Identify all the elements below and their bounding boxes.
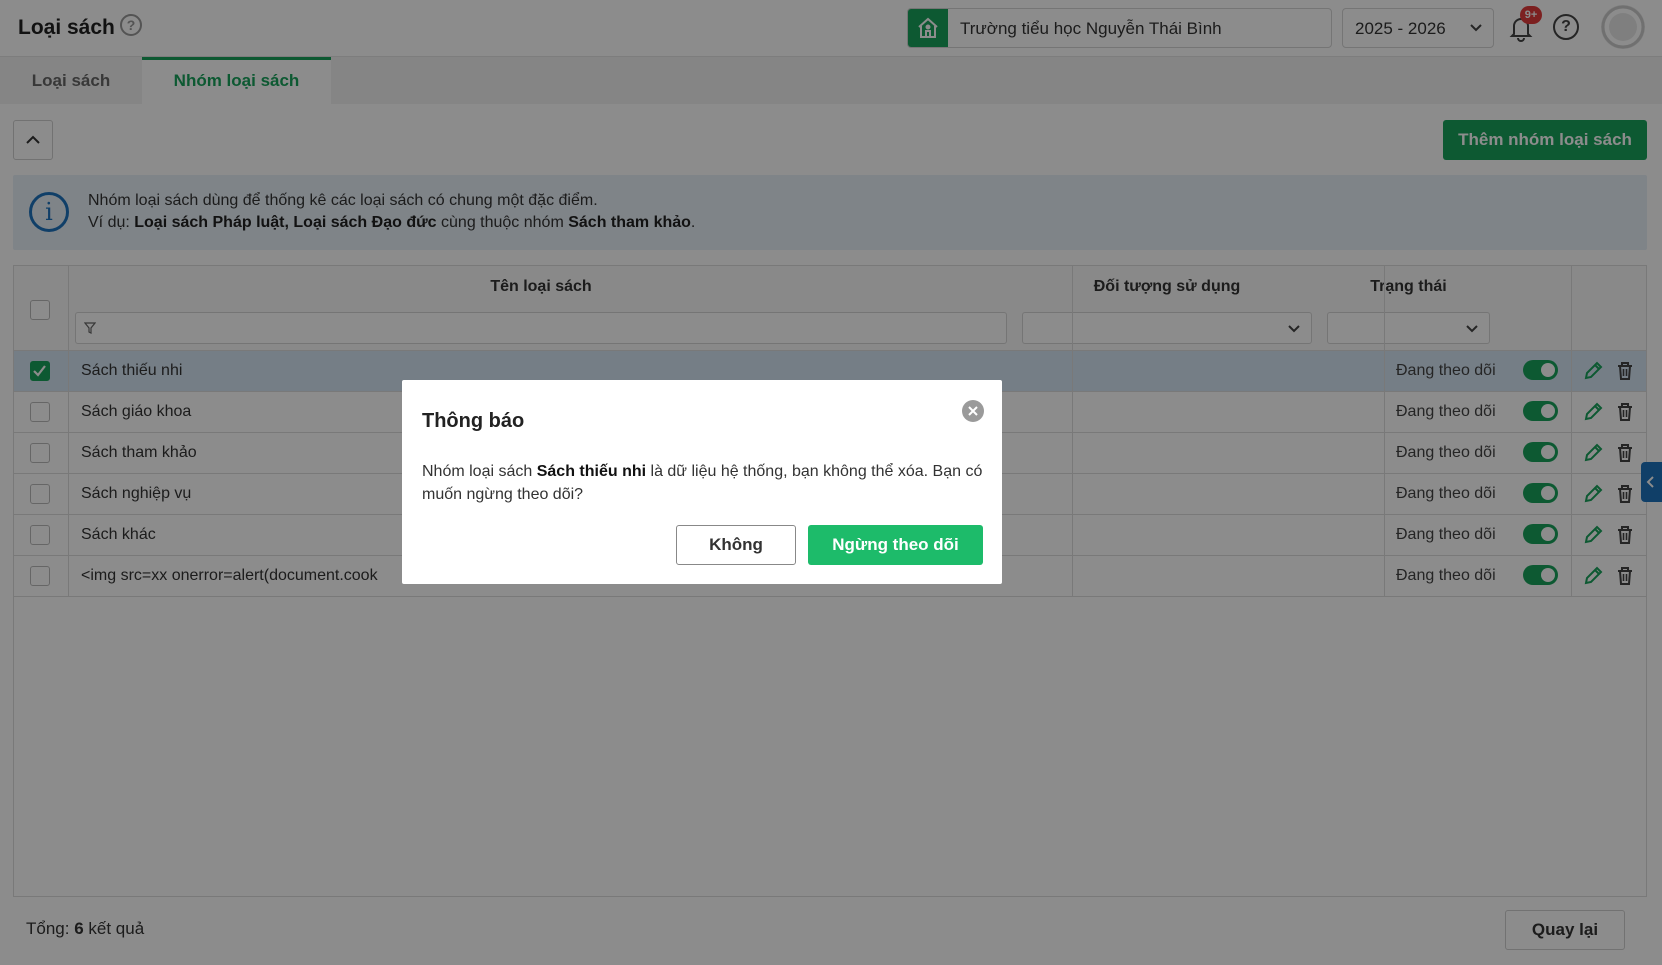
dialog-message-prefix: Nhóm loại sách (422, 463, 537, 480)
dialog-message: Nhóm loại sách Sách thiếu nhi là dữ liệu… (422, 460, 984, 506)
confirm-dialog: Thông báo Nhóm loại sách Sách thiếu nhi … (402, 380, 1002, 584)
stop-tracking-button[interactable]: Ngừng theo dõi (808, 525, 983, 565)
close-icon[interactable] (962, 400, 984, 422)
dialog-message-item: Sách thiếu nhi (536, 463, 647, 480)
cancel-button[interactable]: Không (676, 525, 796, 565)
dialog-title: Thông báo (422, 410, 525, 432)
